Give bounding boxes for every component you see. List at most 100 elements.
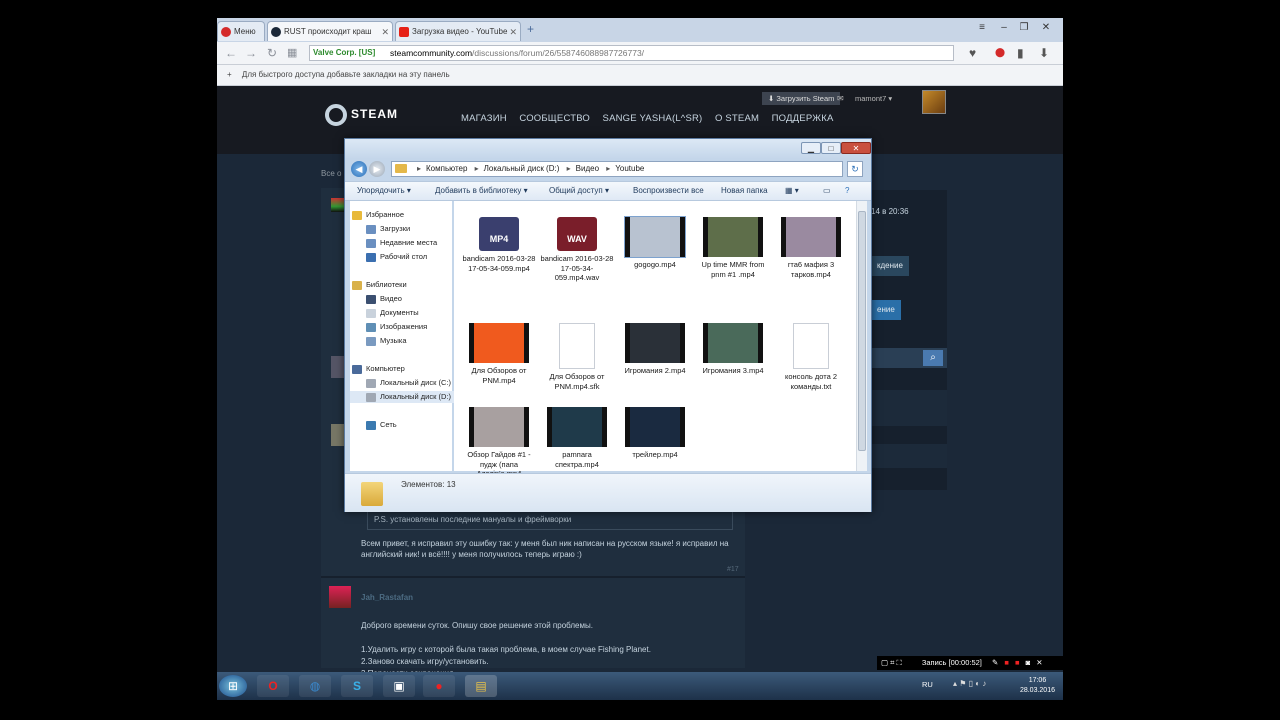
forward-icon[interactable]: ▶ xyxy=(369,161,385,177)
crumb-youtube[interactable]: Youtube xyxy=(615,164,644,173)
view-options-icon[interactable]: ▦ ▾ xyxy=(785,182,799,200)
maximize-icon[interactable]: ❐ xyxy=(1017,22,1031,34)
record-icon[interactable]: ■ xyxy=(1004,658,1009,667)
url-input[interactable]: Valve Corp. [US] steamcommunity.com/disc… xyxy=(309,45,954,61)
recorder-tools-icon[interactable]: ▢ ⌗ ⛶ xyxy=(881,658,902,667)
explorer-titlebar[interactable]: ▁ □ ✕ xyxy=(345,139,871,159)
author-name[interactable]: Jah_Rastafan xyxy=(361,592,413,603)
nav-community[interactable]: СООБЩЕСТВО xyxy=(519,113,590,124)
nav-item[interactable]: Документы xyxy=(350,307,468,319)
add-to-library-button[interactable]: Добавить в библиотеку ▾ xyxy=(435,182,528,200)
file-item[interactable]: Игромания 3.mp4 xyxy=(696,313,770,376)
sidebar-button-1[interactable]: кдение xyxy=(871,256,909,276)
nav-item[interactable]: Рабочий стол xyxy=(350,251,468,263)
avatar[interactable] xyxy=(922,90,946,114)
start-button[interactable]: ⊞ xyxy=(219,675,247,697)
forward-icon[interactable]: → xyxy=(245,46,257,60)
preview-pane-icon[interactable]: ▭ xyxy=(823,182,831,200)
skype-icon[interactable]: S xyxy=(341,675,373,697)
nav-item[interactable]: Недавние места xyxy=(350,237,468,249)
back-icon[interactable]: ◀ xyxy=(351,161,367,177)
tray-icons[interactable]: ▴ ⚑ ▯ ◐ ♪ xyxy=(953,679,986,688)
tab-rust[interactable]: RUST происходит краш ✕ xyxy=(267,21,393,41)
new-tab-button[interactable]: + xyxy=(527,22,534,36)
refresh-icon[interactable]: ↻ xyxy=(847,161,863,177)
opera-menu-button[interactable]: Меню xyxy=(217,21,265,41)
nav-item[interactable]: Загрузки xyxy=(350,223,468,235)
opera-icon[interactable]: O xyxy=(257,675,289,697)
mail-icon[interactable]: ✉ xyxy=(837,94,844,103)
close-icon[interactable]: ✕ xyxy=(509,22,517,41)
close-icon[interactable]: ✕ xyxy=(841,142,871,154)
file-item[interactable]: консоль дота 2 команды.txt xyxy=(774,313,848,391)
file-item[interactable]: WAV bandicam 2016-03-28 17-05-34-059.mp4.… xyxy=(540,207,614,283)
reload-icon[interactable]: ↻ xyxy=(267,46,277,60)
organize-button[interactable]: Упорядочить ▾ xyxy=(357,182,411,200)
steam-logo[interactable]: STEAM xyxy=(325,104,398,126)
share-button[interactable]: Общий доступ ▾ xyxy=(549,182,609,200)
breadcrumb[interactable]: ▸ Компьютер ▸ Локальный диск (D:) ▸ Видео ▸… xyxy=(391,161,843,177)
scrollbar[interactable] xyxy=(856,201,867,471)
nav-profile[interactable]: SANGE YASHA(L^SR) xyxy=(603,113,703,124)
file-item[interactable]: gogogo.mp4 xyxy=(618,207,692,270)
download-icon[interactable]: ⬇ xyxy=(1039,46,1049,60)
file-item[interactable]: rта6 мафия 3 тарков.mp4 xyxy=(774,207,848,279)
nav-store[interactable]: МАГАЗИН xyxy=(461,113,507,124)
close-icon[interactable]: ✕ xyxy=(381,22,389,41)
nav-item[interactable]: Локальный диск (C:) xyxy=(350,377,468,389)
stats-icon[interactable]: ▮ xyxy=(1017,46,1024,60)
nav-item[interactable]: Компьютер xyxy=(350,363,454,375)
nav-item[interactable]: Избранное xyxy=(350,209,454,221)
file-item[interactable]: Up time MMR from pnm #1 .mp4 xyxy=(696,207,770,279)
file-item[interactable]: Для Обзоров от PNM.mp4.sfk xyxy=(540,313,614,391)
add-bookmark-icon[interactable]: + xyxy=(227,70,232,79)
user-menu[interactable]: mamont7 ▾ xyxy=(855,94,892,103)
avatar[interactable] xyxy=(329,586,351,608)
file-item[interactable]: Обзор Гайдов #1 - пудж (папа Azezin'a.mp… xyxy=(462,397,536,479)
monitor-icon[interactable]: ▣ xyxy=(383,675,415,697)
nav-item[interactable]: Видео xyxy=(350,293,468,305)
explorer-taskbar-icon[interactable]: ▤ xyxy=(465,675,497,697)
crumb-video[interactable]: Видео xyxy=(576,164,599,173)
sidebar-block xyxy=(871,390,947,426)
file-item[interactable]: MP4 bandicam 2016-03-28 17-05-34-059.mp4 xyxy=(462,207,536,273)
crumb-drive-d[interactable]: Локальный диск (D:) xyxy=(484,164,560,173)
sidebar-button-2[interactable]: ение xyxy=(871,300,901,320)
file-item[interactable]: pamпага спектра.mp4 xyxy=(540,397,614,469)
play-all-button[interactable]: Воспроизвести все xyxy=(633,182,704,200)
new-folder-button[interactable]: Новая папка xyxy=(721,182,768,200)
crumb-computer[interactable]: Компьютер xyxy=(426,164,467,173)
clock[interactable]: 17:06 28.03.2016 xyxy=(1020,676,1055,696)
language-indicator[interactable]: RU xyxy=(922,680,933,689)
maximize-icon[interactable]: □ xyxy=(821,142,841,154)
bandicam-icon[interactable]: ● xyxy=(423,675,455,697)
scrollbar-thumb[interactable] xyxy=(858,211,866,451)
camera-icon[interactable]: ◙ xyxy=(1026,658,1031,667)
close-window-icon[interactable]: ✕ xyxy=(1039,22,1053,34)
install-steam-button[interactable]: ⬇ Загрузить Steam xyxy=(762,92,841,105)
nav-item[interactable]: Сеть xyxy=(350,419,468,431)
stop-icon[interactable]: ■ xyxy=(1015,658,1020,667)
nav-item[interactable]: Локальный диск (D:) xyxy=(350,391,468,403)
file-item[interactable]: трейлер.mp4 xyxy=(618,397,692,460)
heart-icon[interactable]: ♥ xyxy=(969,46,976,60)
browser-icon[interactable]: ◍ xyxy=(299,675,331,697)
nav-item[interactable]: Библиотеки xyxy=(350,279,454,291)
home-grid-icon[interactable]: ▦ xyxy=(287,46,297,59)
nav-item[interactable]: Изображения xyxy=(350,321,468,333)
search-icon[interactable]: ⌕ xyxy=(923,350,943,366)
tab-menu-icon[interactable]: ≡ xyxy=(975,22,989,34)
close-icon[interactable]: ✕ xyxy=(1036,658,1042,667)
tab-youtube[interactable]: Загрузка видео - YouTube ✕ xyxy=(395,21,521,41)
back-icon[interactable]: ← xyxy=(225,46,237,60)
minimize-icon[interactable]: – xyxy=(997,22,1011,34)
file-item[interactable]: Для Обзоров от PNM.mp4 xyxy=(462,313,536,385)
minimize-icon[interactable]: ▁ xyxy=(801,142,821,154)
nav-about[interactable]: О STEAM xyxy=(715,113,759,124)
nav-support[interactable]: ПОДДЕРЖКА xyxy=(772,113,834,124)
nav-item[interactable]: Музыка xyxy=(350,335,468,347)
file-item[interactable]: Игромания 2.mp4 xyxy=(618,313,692,376)
help-icon[interactable]: ? xyxy=(845,182,849,200)
pen-icon[interactable]: ✎ xyxy=(992,658,998,667)
adblock-icon[interactable]: ⬤ xyxy=(995,47,1005,58)
